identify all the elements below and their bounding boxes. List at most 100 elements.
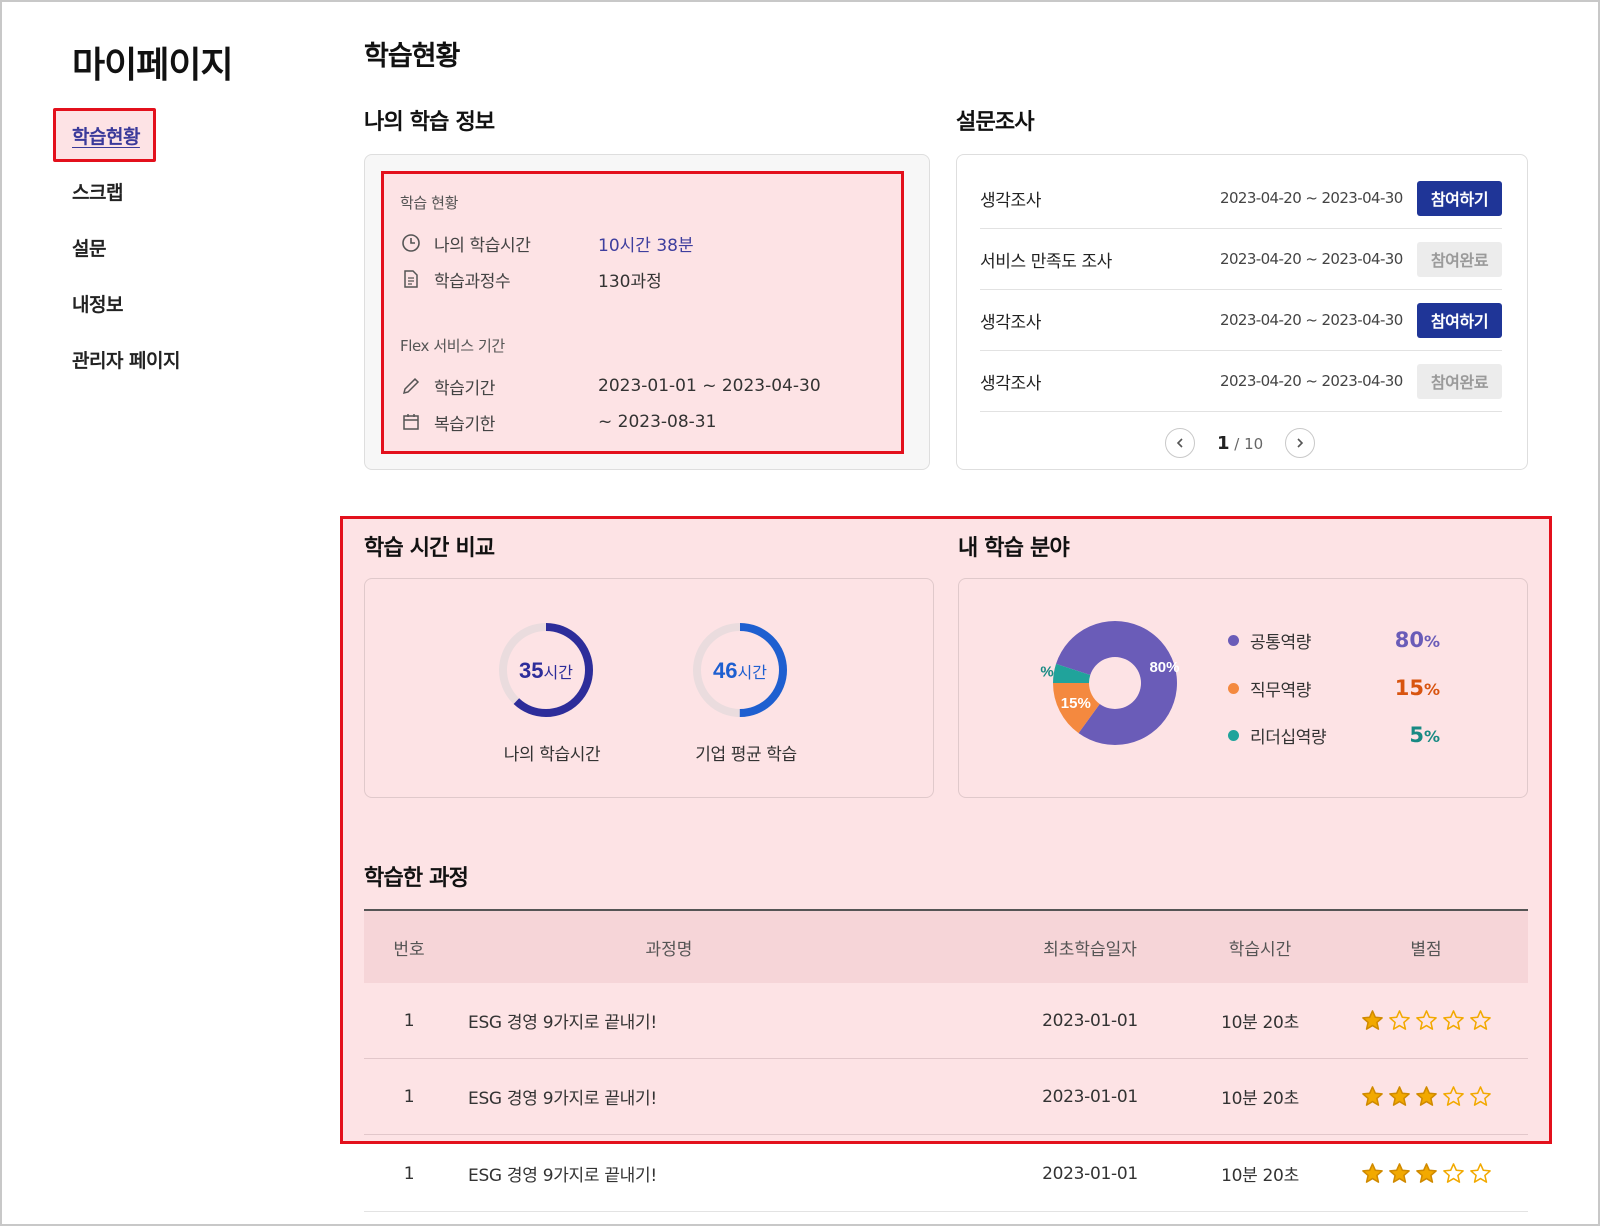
star-filled-icon[interactable] [1415, 1162, 1438, 1185]
row-no: 1 [403, 1086, 415, 1107]
row-course-name: ESG 경영 9가지로 끝내기! [468, 1089, 657, 1109]
survey-pagination: 1 / 10 [1165, 428, 1316, 458]
survey-row: 생각조사 2023-04-20 ~ 2023-04-30 참여완료 [980, 351, 1502, 412]
participate-button[interactable]: 참여하기 [1417, 180, 1502, 216]
star-empty-icon[interactable] [1442, 1162, 1465, 1185]
legend-value: 15% [1394, 676, 1440, 700]
star-empty-icon[interactable] [1388, 1009, 1411, 1032]
survey-period: 2023-04-20 ~ 2023-04-30 [1220, 189, 1403, 207]
survey-period: 2023-04-20 ~ 2023-04-30 [1220, 311, 1403, 329]
star-filled-icon[interactable] [1361, 1085, 1384, 1108]
review-deadline-row: 복습기한 ~ 2023-08-31 [400, 410, 717, 435]
document-icon [400, 268, 422, 290]
page-title: 학습현황 [364, 41, 460, 72]
legend-name: 리더십역량 [1250, 727, 1327, 748]
star-filled-icon[interactable] [1361, 1162, 1384, 1185]
fields-donut-chart: 80% 15% 5% [1040, 621, 1179, 745]
star-empty-icon[interactable] [1442, 1085, 1465, 1108]
header-course-name: 과정명 [645, 939, 693, 960]
time-compare-title: 학습 시간 비교 [364, 536, 495, 561]
ring-value: 46시간 [713, 658, 767, 683]
next-page-button[interactable] [1285, 428, 1316, 458]
row-time: 10분 20초 [1221, 1013, 1299, 1033]
survey-name: 생각조사 [980, 190, 1041, 211]
star-rating[interactable] [1324, 1162, 1528, 1185]
fields-title: 내 학습 분야 [958, 536, 1070, 561]
survey-name: 생각조사 [980, 312, 1041, 333]
star-filled-icon[interactable] [1388, 1085, 1411, 1108]
course-count-value: 130과정 [598, 271, 662, 292]
legend-name: 공통역량 [1250, 632, 1311, 653]
table-row[interactable]: 1 ESG 경영 9가지로 끝내기! 2023-01-01 10분 20초 [364, 1136, 1528, 1212]
star-filled-icon[interactable] [1415, 1085, 1438, 1108]
table-header: 번호 과정명 최초학습일자 학습시간 별점 [364, 909, 1528, 983]
header-rating: 별점 [1410, 939, 1442, 960]
page-separator: / [1229, 434, 1245, 453]
ring-value: 35시간 [519, 658, 573, 683]
row-date: 2023-01-01 [1042, 1010, 1138, 1031]
slice-label: 80% [1149, 659, 1179, 676]
participate-button[interactable]: 참여하기 [1417, 302, 1502, 338]
row-no: 1 [403, 1010, 415, 1031]
star-filled-icon[interactable] [1388, 1162, 1411, 1185]
total-pages: 10 [1244, 434, 1264, 453]
star-rating[interactable] [1324, 1009, 1528, 1032]
row-time: 10분 20초 [1221, 1089, 1299, 1109]
courses-title: 학습한 과정 [364, 866, 469, 891]
study-period-row: 학습기간 2023-01-01 ~ 2023-04-30 [400, 374, 821, 399]
study-time-label: 나의 학습시간 [434, 235, 531, 256]
survey-row: 생각조사 2023-04-20 ~ 2023-04-30 참여하기 [980, 168, 1502, 229]
sidebar-item-learning-status[interactable]: 학습현황 [72, 122, 140, 149]
row-date: 2023-01-01 [1042, 1163, 1138, 1184]
row-date: 2023-01-01 [1042, 1086, 1138, 1107]
legend-dot [1228, 729, 1239, 741]
slice-label: 5% [1040, 664, 1054, 681]
review-deadline-label: 복습기한 [434, 414, 495, 435]
sidebar-item-survey[interactable]: 설문 [72, 234, 106, 261]
study-time-value: 10시간 38분 [598, 235, 694, 256]
legend-name: 직무역량 [1250, 680, 1311, 701]
legend-leadership: 리더십역량 5% [1228, 722, 1440, 748]
table-row[interactable]: 1 ESG 경영 9가지로 끝내기! 2023-01-01 10분 20초 [364, 983, 1528, 1059]
legend-common: 공통역량 80% [1228, 627, 1440, 653]
sidebar-item-my-info[interactable]: 내정보 [72, 290, 123, 317]
star-rating[interactable] [1324, 1085, 1528, 1108]
star-empty-icon[interactable] [1469, 1085, 1492, 1108]
survey-row: 서비스 만족도 조사 2023-04-20 ~ 2023-04-30 참여완료 [980, 229, 1502, 290]
sidebar-item-scrap[interactable]: 스크랩 [72, 178, 123, 205]
my-info-title: 나의 학습 정보 [364, 110, 495, 135]
survey-period: 2023-04-20 ~ 2023-04-30 [1220, 372, 1403, 390]
survey-name: 생각조사 [980, 373, 1041, 394]
review-deadline-value: ~ 2023-08-31 [598, 412, 717, 432]
legend-job: 직무역량 15% [1228, 675, 1440, 701]
sidebar-title: 마이페이지 [72, 45, 234, 86]
table-row[interactable]: 1 ESG 경영 9가지로 끝내기! 2023-01-01 10분 20초 [364, 1059, 1528, 1135]
star-empty-icon[interactable] [1415, 1009, 1438, 1032]
header-first-date: 최초학습일자 [1043, 939, 1137, 960]
ring-unit: 시간 [544, 664, 574, 682]
survey-name: 서비스 만족도 조사 [980, 251, 1112, 272]
current-page: 1 [1217, 432, 1230, 454]
row-time: 10분 20초 [1221, 1166, 1299, 1186]
flex-label: Flex 서비스 기간 [400, 337, 505, 355]
calendar-icon [400, 411, 422, 433]
header-no: 번호 [393, 939, 425, 960]
row-course-name: ESG 경영 9가지로 끝내기! [468, 1166, 657, 1186]
page-indicator: 1 / 10 [1217, 433, 1263, 454]
participated-badge: 참여완료 [1417, 241, 1502, 277]
star-empty-icon[interactable] [1469, 1162, 1492, 1185]
header-study-time: 학습시간 [1228, 939, 1292, 960]
slice-label: 15% [1061, 695, 1091, 712]
star-empty-icon[interactable] [1469, 1009, 1492, 1032]
legend-value: 5% [1409, 723, 1440, 747]
status-label: 학습 현황 [400, 194, 458, 212]
star-empty-icon[interactable] [1442, 1009, 1465, 1032]
pencil-icon [400, 375, 422, 397]
sidebar-item-admin[interactable]: 관리자 페이지 [72, 346, 181, 373]
participated-badge: 참여완료 [1417, 363, 1502, 399]
star-filled-icon[interactable] [1361, 1009, 1384, 1032]
survey-row: 생각조사 2023-04-20 ~ 2023-04-30 참여하기 [980, 290, 1502, 351]
ring-unit: 시간 [738, 664, 768, 682]
study-period-value: 2023-01-01 ~ 2023-04-30 [598, 376, 821, 396]
prev-page-button[interactable] [1165, 428, 1195, 458]
